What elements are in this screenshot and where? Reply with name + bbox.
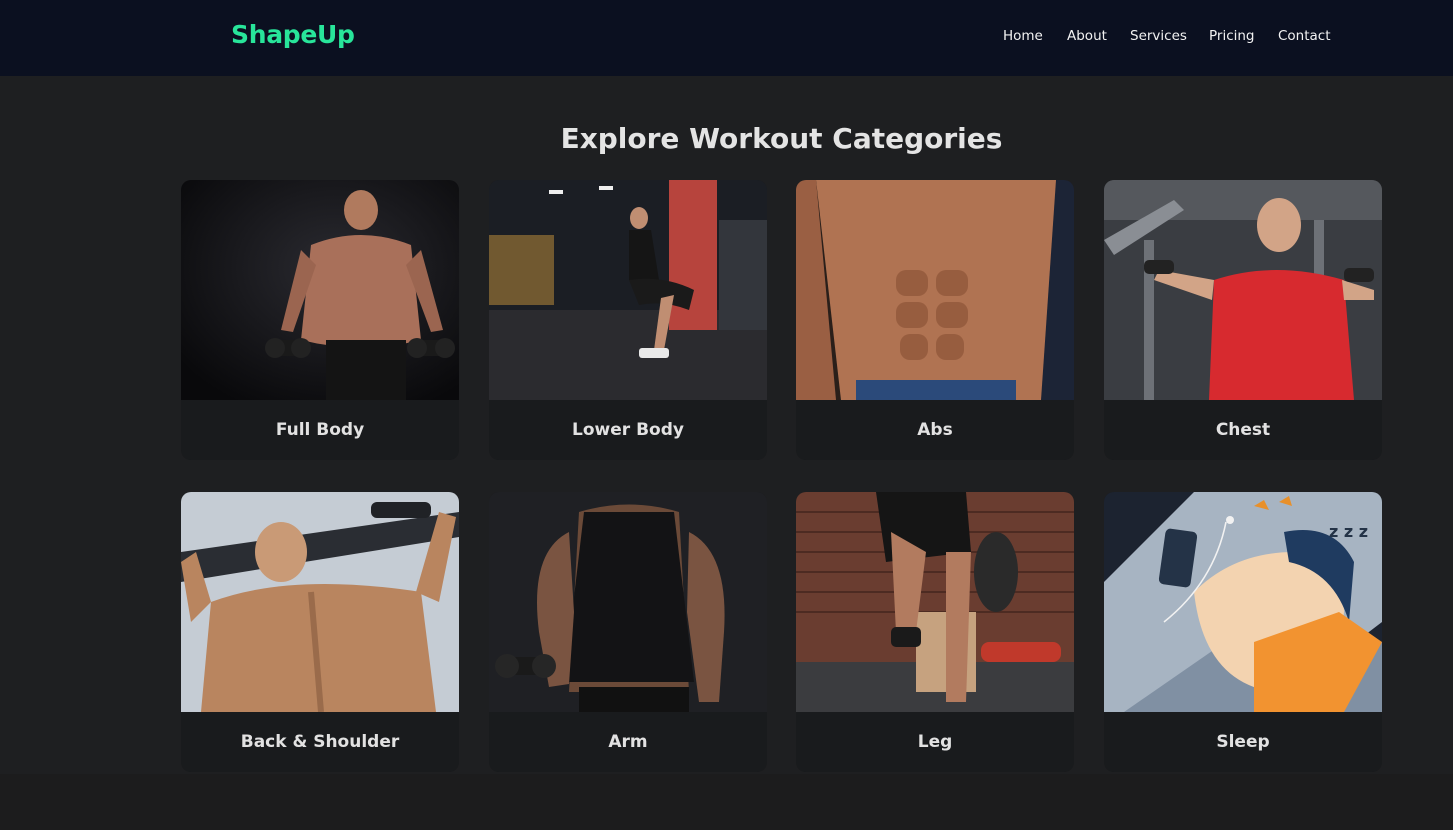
navbar: ShapeUp Home About Services Pricing Cont… [0,0,1453,76]
page-bottom [0,774,1453,830]
nav-link-contact[interactable]: Contact [1278,28,1331,44]
arm-image [489,492,767,712]
card-label: Back & Shoulder [181,712,459,772]
nav-link-services[interactable]: Services [1130,28,1187,44]
category-card-full-body[interactable]: Full Body [181,180,459,460]
category-card-lower-body[interactable]: Lower Body [489,180,767,460]
card-label: Leg [796,712,1074,772]
section-title: Explore Workout Categories [560,122,1003,155]
category-card-leg[interactable]: Leg [796,492,1074,772]
category-card-back-shoulder[interactable]: Back & Shoulder [181,492,459,772]
abs-image [796,180,1074,400]
card-label: Abs [796,400,1074,460]
card-label: Sleep [1104,712,1382,772]
nav-links: Home About Services Pricing Contact [0,28,1453,48]
card-label: Lower Body [489,400,767,460]
leg-image [796,492,1074,712]
category-card-sleep[interactable]: z z z Sleep [1104,492,1382,772]
card-label: Chest [1104,400,1382,460]
category-card-arm[interactable]: Arm [489,492,767,772]
card-label: Arm [489,712,767,772]
category-card-abs[interactable]: Abs [796,180,1074,460]
chest-image [1104,180,1382,400]
svg-text:z z z: z z z [1329,522,1368,541]
nav-link-home[interactable]: Home [1003,28,1043,44]
sleep-image: z z z [1104,492,1382,712]
full-body-image [181,180,459,400]
lower-body-image [489,180,767,400]
category-card-chest[interactable]: Chest [1104,180,1382,460]
card-label: Full Body [181,400,459,460]
nav-link-pricing[interactable]: Pricing [1209,28,1255,44]
back-shoulder-image [181,492,459,712]
nav-link-about[interactable]: About [1067,28,1107,44]
